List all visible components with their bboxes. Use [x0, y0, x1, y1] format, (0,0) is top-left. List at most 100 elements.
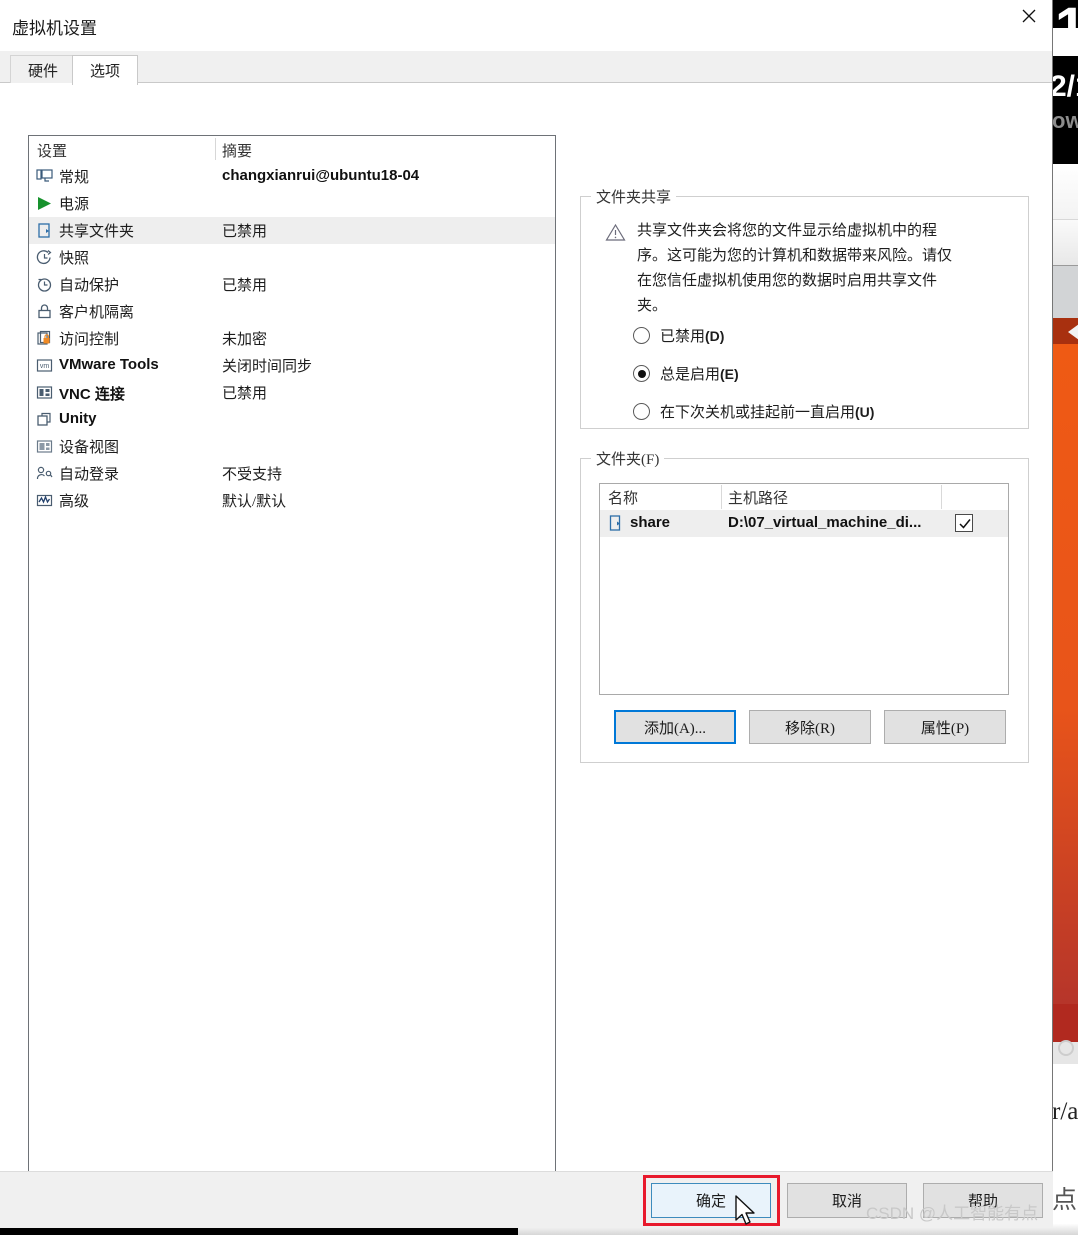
radio-until-shutdown-label: 在下次关机或挂起前一直启用(U)	[660, 404, 875, 421]
radio-circle-icon	[633, 365, 650, 382]
settings-list-panel[interactable]: 设置 摘要 常规 changxianrui@ubuntu18-04 电源 共享文…	[28, 135, 556, 1181]
vnc-icon	[35, 383, 54, 402]
settings-row-unity[interactable]: Unity	[29, 406, 555, 433]
folder-enabled-checkbox[interactable]	[955, 514, 973, 532]
settings-row-power[interactable]: 电源	[29, 190, 555, 217]
vmware-tools-icon: vm	[35, 356, 54, 375]
settings-row-snapshot[interactable]: 快照	[29, 244, 555, 271]
settings-list-header: 设置 摘要	[29, 136, 555, 163]
cancel-button-label: 取消	[831, 1194, 862, 1210]
remove-folder-button[interactable]: 移除(R)	[749, 710, 871, 744]
snapshot-clock-icon	[35, 248, 54, 267]
tab-strip: 硬件 选项	[0, 51, 1052, 85]
ok-button-label: 确定	[695, 1194, 726, 1210]
bg-circle-icon	[1058, 1040, 1074, 1056]
settings-row-general[interactable]: 常规 changxianrui@ubuntu18-04	[29, 163, 555, 190]
svg-text:vm: vm	[40, 363, 50, 370]
folders-table-header: 名称 主机路径	[600, 484, 1008, 510]
settings-row-summary: 未加密	[222, 332, 268, 348]
settings-row-label: 共享文件夹	[59, 224, 135, 240]
bg-band-subtext: ow	[1052, 108, 1078, 133]
bg-slash-text: r/a	[1052, 1098, 1078, 1125]
col-header-name: 名称	[608, 491, 639, 507]
column-header-setting: 设置	[37, 144, 68, 160]
tab-options[interactable]: 选项	[72, 55, 139, 85]
radio-circle-icon	[633, 403, 650, 420]
settings-row-label: VMware Tools	[59, 356, 159, 373]
folder-properties-label: 属性(P)	[920, 720, 970, 737]
bg-band-text: 2/1	[1050, 70, 1078, 103]
vm-settings-dialog: 虚拟机设置 硬件 选项 设置 摘要 常规 changxianrui@ubuntu…	[0, 0, 1053, 1228]
access-control-icon	[35, 329, 54, 348]
folders-legend: 文件夹(F)	[591, 448, 665, 469]
folder-share-icon	[607, 514, 624, 532]
settings-row-summary: 关闭时间同步	[222, 359, 313, 375]
autoprotect-clock-icon	[35, 275, 54, 294]
radio-always-enabled-label: 总是启用(E)	[660, 366, 739, 383]
help-button[interactable]: 帮助	[923, 1183, 1043, 1218]
folder-name: share	[630, 514, 671, 531]
settings-row-label: 电源	[59, 197, 90, 213]
settings-row-vmware-tools[interactable]: vm VMware Tools 关闭时间同步	[29, 352, 555, 379]
add-folder-button[interactable]: 添加(A)...	[614, 710, 736, 744]
settings-row-label: 快照	[59, 251, 90, 267]
folder-sharing-warning-text: 共享文件夹会将您的文件显示给虚拟机中的程序。这可能为您的计算机和数据带来风险。请…	[637, 223, 953, 314]
bg-panel-grey	[1052, 266, 1078, 318]
settings-row-autologin[interactable]: 自动登录 不受支持	[29, 460, 555, 487]
warning-triangle-icon	[605, 223, 626, 242]
page-title: 虚拟机设置	[12, 19, 97, 38]
settings-row-summary: 已禁用	[222, 386, 268, 402]
close-icon[interactable]	[1005, 0, 1052, 32]
settings-row-autoprotect[interactable]: 自动保护 已禁用	[29, 271, 555, 298]
col-header-path: 主机路径	[728, 491, 789, 507]
column-header-summary: 摘要	[222, 144, 253, 160]
title-bar: 虚拟机设置	[0, 0, 1052, 51]
header-divider	[215, 138, 216, 160]
lock-icon	[35, 302, 54, 321]
settings-row-device-view[interactable]: 设备视图	[29, 433, 555, 460]
col-divider-2	[941, 485, 942, 509]
settings-row-label: 访问控制	[59, 332, 120, 348]
folders-table[interactable]: 名称 主机路径 share D:\07_virtual_machine_di..…	[599, 483, 1009, 695]
folder-sharing-group: 文件夹共享 共享文件夹会将您的文件显示给虚拟机中的程序。这可能为您的计算机和数据…	[580, 186, 1029, 429]
remove-folder-label: 移除(R)	[785, 720, 835, 737]
bg-panel-mid	[1052, 220, 1078, 266]
device-view-icon	[35, 437, 54, 456]
tab-hardware[interactable]: 硬件	[10, 55, 77, 84]
settings-row-summary: 已禁用	[222, 278, 268, 294]
ok-button[interactable]: 确定	[651, 1183, 771, 1218]
settings-row-label: VNC 连接	[59, 386, 125, 403]
radio-until-shutdown[interactable]: 在下次关机或挂起前一直启用(U)	[633, 401, 874, 422]
col-divider-1	[721, 485, 722, 509]
bg-red-strip	[1052, 1004, 1078, 1042]
autologin-icon	[35, 464, 54, 483]
radio-disabled-label: 已禁用(D)	[660, 328, 725, 345]
table-row[interactable]: share D:\07_virtual_machine_di...	[600, 510, 1008, 537]
settings-row-label: 客户机隔离	[59, 305, 135, 321]
settings-row-access-control[interactable]: 访问控制 未加密	[29, 325, 555, 352]
bg-cjk-text: 点	[1052, 1186, 1078, 1214]
settings-row-label: 设备视图	[59, 440, 120, 456]
advanced-graph-icon	[35, 491, 54, 510]
settings-row-label: 常规	[59, 170, 90, 186]
folder-properties-button[interactable]: 属性(P)	[884, 710, 1006, 744]
folder-sharing-legend: 文件夹共享	[591, 186, 677, 207]
radio-disabled[interactable]: 已禁用(D)	[633, 325, 724, 346]
settings-row-advanced[interactable]: 高级 默认/默认	[29, 487, 555, 514]
dialog-content: 设置 摘要 常规 changxianrui@ubuntu18-04 电源 共享文…	[0, 83, 1052, 1228]
unity-icon	[35, 410, 54, 429]
play-icon	[35, 194, 54, 213]
settings-row-guest-isolation[interactable]: 客户机隔离	[29, 298, 555, 325]
settings-row-vnc[interactable]: VNC 连接 已禁用	[29, 379, 555, 406]
help-button-label: 帮助	[967, 1194, 998, 1210]
settings-row-label: Unity	[59, 410, 97, 427]
settings-row-summary: changxianrui@ubuntu18-04	[222, 167, 420, 184]
settings-row-label: 自动登录	[59, 467, 120, 483]
radio-circle-icon	[633, 327, 650, 344]
folder-host-path: D:\07_virtual_machine_di...	[728, 514, 922, 531]
cancel-button[interactable]: 取消	[787, 1183, 907, 1218]
bg-panel-upper	[1052, 164, 1078, 220]
settings-row-label: 自动保护	[59, 278, 120, 294]
settings-row-shared-folders[interactable]: 共享文件夹 已禁用	[29, 217, 555, 244]
radio-always-enabled[interactable]: 总是启用(E)	[633, 363, 739, 384]
